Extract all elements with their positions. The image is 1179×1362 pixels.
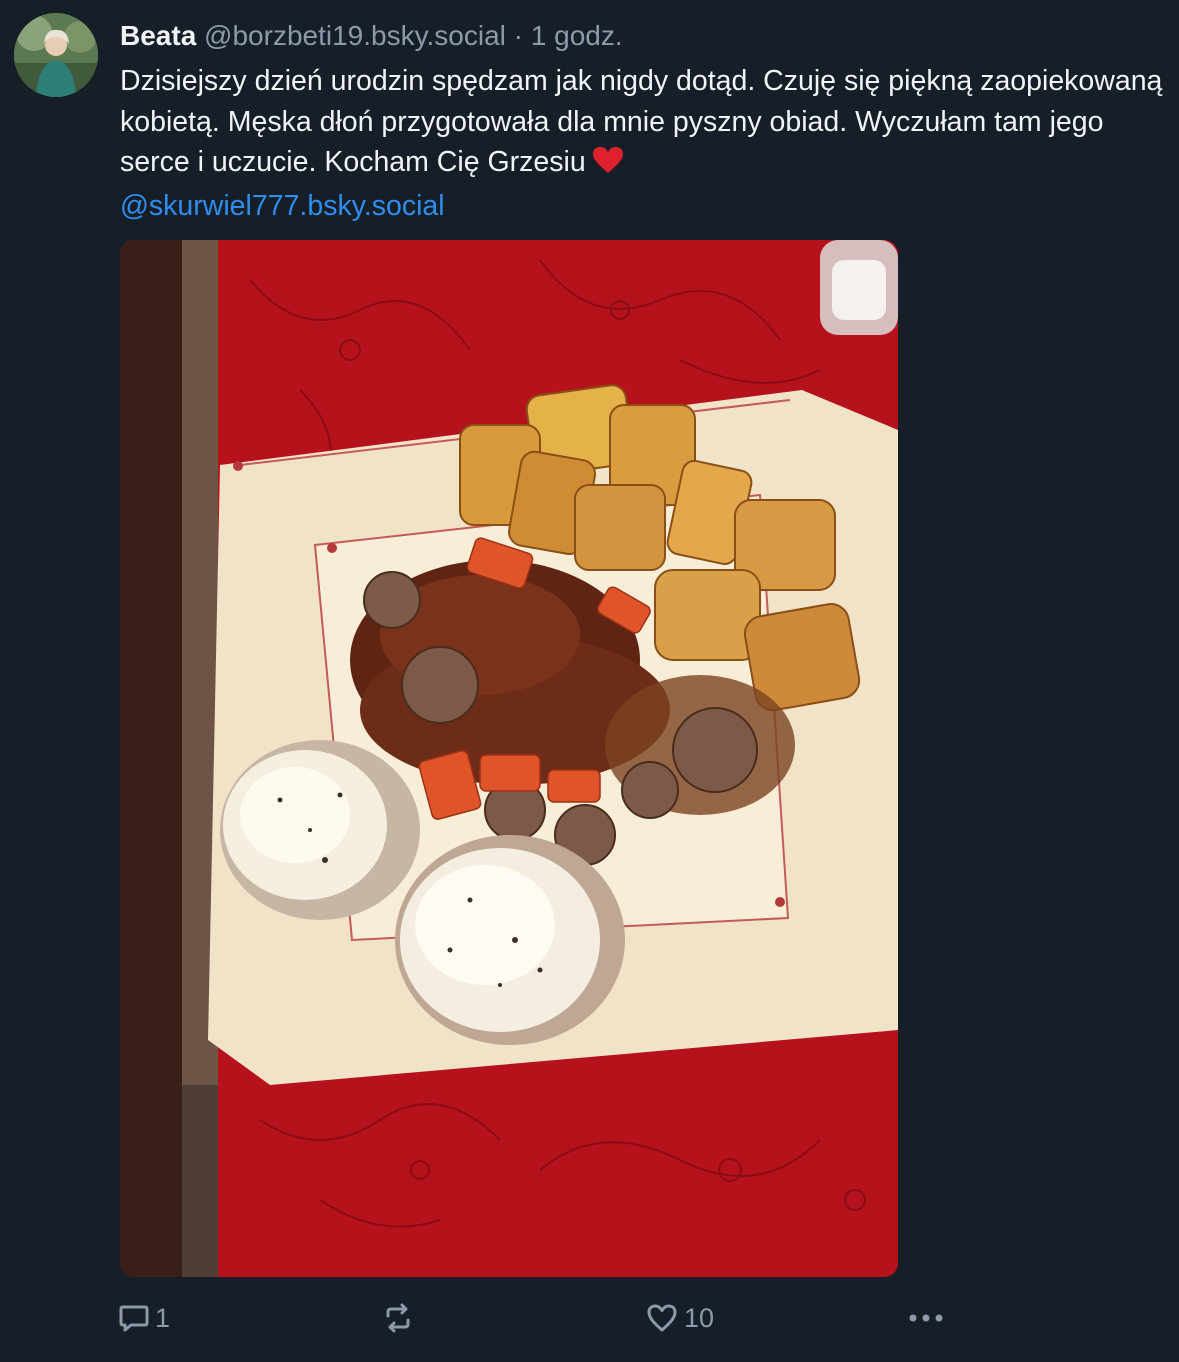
repost-button[interactable] <box>382 1295 420 1341</box>
reply-icon <box>119 1303 149 1333</box>
mention-link[interactable]: @skurwiel777.bsky.social <box>120 190 445 222</box>
avatar[interactable] <box>14 13 98 97</box>
heart-emoji-icon <box>592 145 624 186</box>
author-name[interactable]: Beata <box>120 20 196 51</box>
post[interactable]: Beata @borzbeti19.bsky.social · 1 godz. … <box>0 0 1179 1362</box>
post-text: Dzisiejszy dzień urodzin spędzam jak nig… <box>120 61 1170 226</box>
post-text-content: Dzisiejszy dzień urodzin spędzam jak nig… <box>120 65 1163 178</box>
ellipsis-icon <box>908 1312 944 1324</box>
like-button[interactable]: 10 <box>646 1295 714 1341</box>
author-handle[interactable]: @borzbeti19.bsky.social <box>204 20 506 51</box>
reply-button[interactable]: 1 <box>119 1295 170 1341</box>
post-time[interactable]: 1 godz. <box>531 20 623 51</box>
repost-icon <box>382 1303 414 1333</box>
post-image[interactable] <box>120 240 898 1277</box>
like-count: 10 <box>684 1302 715 1333</box>
post-header: Beata @borzbeti19.bsky.social · 1 godz. <box>120 17 623 55</box>
separator: · <box>513 20 523 51</box>
more-options-button[interactable] <box>908 1295 944 1341</box>
action-bar: 1 10 <box>0 1295 1179 1345</box>
reply-count: 1 <box>155 1302 171 1333</box>
like-heart-icon <box>646 1303 678 1333</box>
